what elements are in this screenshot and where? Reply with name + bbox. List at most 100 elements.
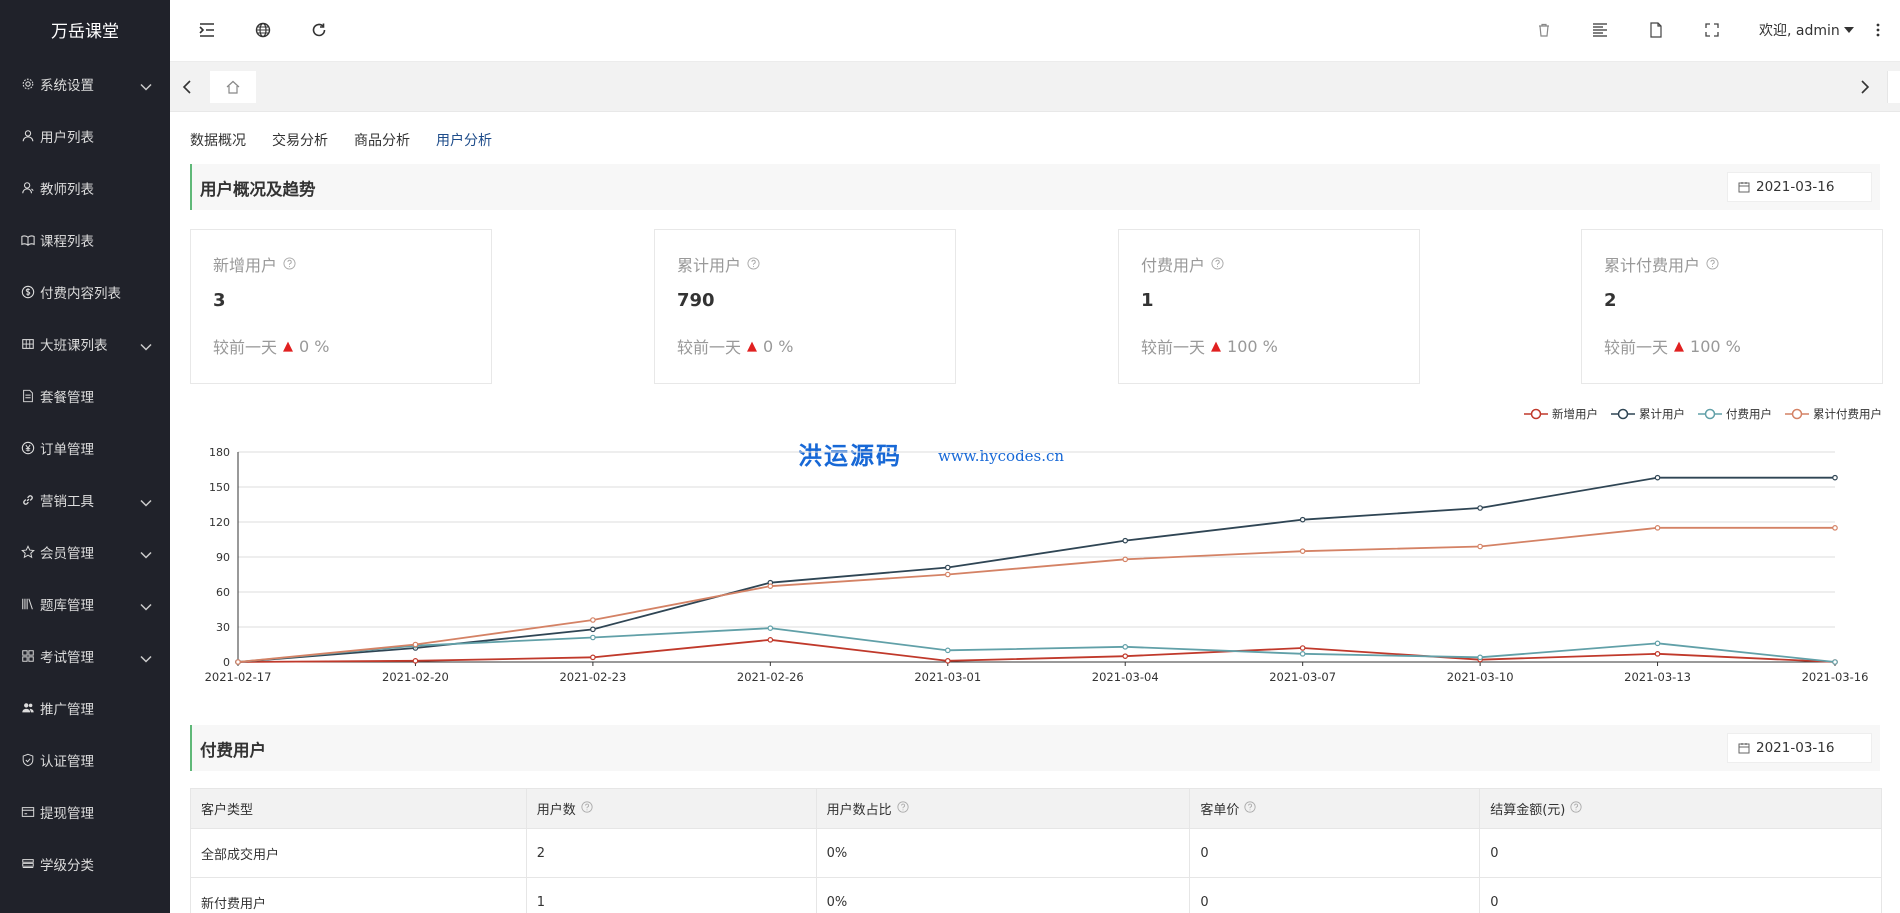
help-icon[interactable] — [1570, 800, 1582, 817]
tab-2[interactable]: 交易分析 — [272, 130, 328, 166]
sidebar-item-2[interactable]: 用户列表 — [0, 110, 170, 162]
compare-value: 0 % — [763, 336, 794, 356]
stat-card: 累计用户 790 较前一天 ▲ 0 % — [654, 229, 956, 384]
sidebar-item-label: 题库管理 — [40, 598, 94, 614]
help-icon[interactable] — [897, 800, 909, 817]
table-row: 全部成交用户 2 0% 0 0 — [190, 828, 1882, 878]
legend-item[interactable]: 付费用户 — [1697, 406, 1772, 422]
welcome-text: 欢迎, admin — [1759, 23, 1840, 39]
sidebar-item-label: 学级分类 — [40, 858, 94, 874]
calendar-icon — [1738, 743, 1750, 754]
calendar-icon — [1738, 182, 1750, 193]
column-header-label: 客单价 — [1200, 803, 1240, 818]
help-icon[interactable] — [283, 255, 296, 274]
sidebar-item-4[interactable]: 课程列表 — [0, 214, 170, 266]
stat-label: 新增用户 — [213, 252, 296, 276]
user-menu[interactable]: 欢迎, admin — [1759, 20, 1854, 40]
data-point — [412, 658, 419, 664]
sidebar-item-label: 认证管理 — [40, 754, 94, 770]
menu-fold-icon[interactable] — [196, 19, 218, 41]
home-icon — [226, 80, 240, 94]
tabs-prev-icon[interactable] — [182, 79, 192, 98]
compare-value: 100 % — [1227, 336, 1278, 356]
data-point — [590, 634, 596, 641]
caret-down-icon — [1843, 27, 1854, 33]
help-icon[interactable] — [1244, 800, 1256, 817]
help-icon[interactable] — [747, 255, 760, 274]
refresh-icon[interactable] — [308, 19, 330, 41]
sidebar-item-5[interactable]: 付费内容列表 — [0, 266, 170, 318]
legend-item[interactable]: 累计用户 — [1610, 406, 1685, 422]
y-tick-label: 30 — [216, 621, 230, 634]
document-icon — [20, 388, 36, 404]
x-tick-label: 2021-03-04 — [1092, 670, 1159, 684]
tabs-next-icon[interactable] — [1860, 79, 1870, 98]
align-icon[interactable] — [1589, 19, 1611, 41]
stat-value: 2 — [1604, 290, 1617, 311]
legend-item[interactable]: 新增用户 — [1523, 406, 1598, 422]
x-tick-label: 2021-03-01 — [914, 670, 981, 684]
tabs-dropdown[interactable] — [1887, 71, 1900, 103]
data-point — [1122, 653, 1129, 659]
stat-label-text: 新增用户 — [213, 256, 278, 275]
y-tick-label: 0 — [223, 656, 230, 669]
help-icon[interactable] — [581, 800, 593, 817]
overview-date-picker[interactable]: 2021-03-16 — [1727, 172, 1872, 202]
help-icon[interactable] — [1211, 255, 1224, 274]
data-point — [1832, 659, 1838, 665]
y-tick-label: 150 — [209, 481, 230, 494]
x-tick-label: 2021-02-23 — [559, 670, 626, 684]
fullscreen-icon[interactable] — [1701, 19, 1723, 41]
chevron-down-icon — [140, 651, 152, 667]
trash-icon[interactable] — [1533, 19, 1555, 41]
sidebar-item-9[interactable]: 营销工具 — [0, 474, 170, 526]
sidebar-item-1[interactable]: 系统设置 — [0, 58, 170, 110]
legend-item[interactable]: 累计付费用户 — [1784, 406, 1882, 422]
globe-icon[interactable] — [252, 19, 274, 41]
stat-card: 付费用户 1 较前一天 ▲ 100 % — [1118, 229, 1420, 384]
sidebar-item-10[interactable]: 会员管理 — [0, 526, 170, 578]
paid-date-picker[interactable]: 2021-03-16 — [1727, 733, 1872, 763]
home-tab[interactable] — [210, 71, 256, 103]
more-vertical-icon[interactable] — [1872, 19, 1884, 41]
sidebar-item-8[interactable]: 订单管理 — [0, 422, 170, 474]
table-cell: 1 — [525, 877, 817, 913]
data-point — [767, 637, 774, 643]
tab-1[interactable]: 数据概况 — [190, 130, 246, 166]
data-point — [1654, 474, 1661, 481]
sidebar-item-6[interactable]: 大班课列表 — [0, 318, 170, 370]
tab-4[interactable]: 用户分析 — [436, 130, 492, 166]
overview-header: 用户概况及趋势 2021-03-16 — [190, 164, 1880, 210]
stat-value: 3 — [213, 290, 226, 311]
brand-title: 万岳课堂 — [51, 21, 119, 42]
legend-marker-icon — [1698, 408, 1722, 420]
sidebar-item-16[interactable]: 学级分类 — [0, 838, 170, 890]
stat-value: 1 — [1141, 290, 1154, 311]
sidebar-item-3[interactable]: 教师列表 — [0, 162, 170, 214]
chevron-down-icon — [140, 495, 152, 511]
stat-label: 累计付费用户 — [1604, 252, 1719, 276]
sidebar-item-label: 教师列表 — [40, 182, 94, 198]
yen-icon — [20, 440, 36, 456]
sidebar-item-15[interactable]: 提现管理 — [0, 786, 170, 838]
file-icon[interactable] — [1645, 19, 1667, 41]
table-cell: 0% — [815, 828, 1191, 878]
legend-label: 累计付费用户 — [1813, 407, 1882, 421]
sidebar-item-11[interactable]: 题库管理 — [0, 578, 170, 630]
stat-compare: 较前一天 ▲ 100 % — [1141, 334, 1278, 358]
help-icon[interactable] — [1706, 255, 1719, 274]
up-arrow-icon: ▲ — [747, 338, 758, 354]
sidebar-item-12[interactable]: 考试管理 — [0, 630, 170, 682]
data-point — [1299, 516, 1306, 523]
dollar-icon — [20, 284, 36, 300]
data-point — [1477, 543, 1483, 550]
data-point — [1299, 645, 1306, 651]
compare-label: 较前一天 — [677, 338, 742, 357]
sidebar-item-13[interactable]: 推广管理 — [0, 682, 170, 734]
main-content: 数据概况 交易分析 商品分析 用户分析 用户概况及趋势 2021-03-16 新增用户… — [170, 112, 1900, 913]
sidebar-item-label: 会员管理 — [40, 546, 94, 562]
sidebar-item-14[interactable]: 认证管理 — [0, 734, 170, 786]
legend-label: 累计用户 — [1639, 407, 1685, 421]
sidebar-item-7[interactable]: 套餐管理 — [0, 370, 170, 422]
tab-3[interactable]: 商品分析 — [354, 130, 410, 166]
